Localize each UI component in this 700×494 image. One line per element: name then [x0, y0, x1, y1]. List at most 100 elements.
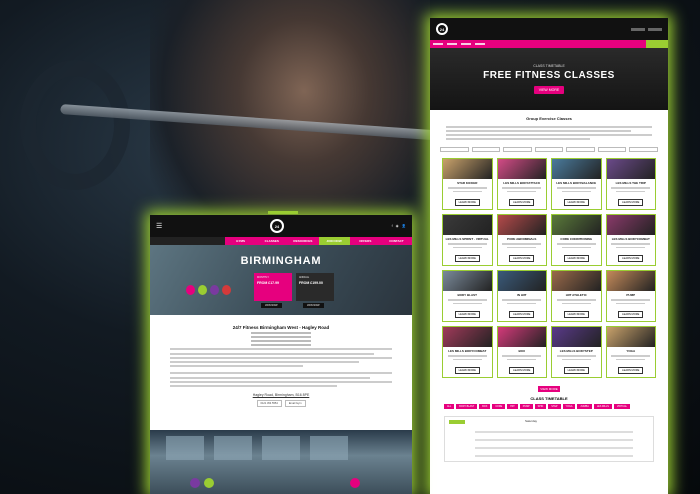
timetable-day-heading: Saturday [525, 419, 538, 423]
hero-button[interactable]: VIEW MORE [533, 86, 565, 94]
nav-offers[interactable]: OFFERS [350, 237, 381, 245]
nav-join-now[interactable] [646, 40, 668, 48]
social-icon[interactable]: ◉ [396, 224, 399, 228]
learn-more-button[interactable]: LEARN MORE [509, 199, 535, 206]
class-title: HIIT ATHLETIC [565, 293, 587, 297]
timetable-filter-pill[interactable]: LES MILLS [593, 404, 612, 409]
learn-more-button[interactable]: LEARN MORE [563, 311, 589, 318]
learn-more-button[interactable]: LEARN MORE [454, 367, 480, 374]
classes-hero: CLASS TIMETABLE FREE FITNESS CLASSES VIE… [430, 48, 668, 110]
filter-select[interactable] [534, 147, 564, 152]
nav-pink[interactable] [430, 40, 646, 48]
class-card: BOX LEARN MORE [496, 326, 547, 378]
learn-more-button[interactable]: LEARN MORE [563, 255, 589, 262]
filter-select[interactable] [471, 147, 501, 152]
hamburger-menu-icon[interactable]: ☰ [156, 222, 162, 230]
nav-resources[interactable]: RESOURCES [287, 237, 318, 245]
user-icon[interactable]: 👤 [402, 224, 406, 228]
learn-more-button[interactable]: LEARN MORE [618, 255, 644, 262]
learn-more-button[interactable]: LEARN MORE [563, 367, 589, 374]
nav-gyms[interactable]: GYMS [225, 237, 256, 245]
view-more-button[interactable]: VIEW MORE [538, 386, 560, 392]
timetable-filter-pill[interactable]: STEP [548, 404, 561, 409]
kettlebell-shape [222, 285, 231, 295]
kettlebell-shape [186, 285, 195, 295]
nav-classes[interactable]: CLASSES [256, 237, 287, 245]
filter-select[interactable] [629, 147, 659, 152]
timetable-filter-pill[interactable]: BOX [479, 404, 491, 409]
brand-logo[interactable]: 24 [436, 23, 448, 35]
hero-kicker: CLASS TIMETABLE [533, 64, 565, 68]
learn-more-button[interactable]: LEARN MORE [618, 199, 644, 206]
contact-buttons: 0121 454 5554 Email Gym [170, 400, 392, 408]
class-card-grid: STAR KICKER LEARN MORE LES MILLS BODYATTAC… [430, 154, 668, 382]
class-photo [552, 215, 601, 235]
nav-contact[interactable]: CONTACT [381, 237, 412, 245]
learn-more-button[interactable]: LEARN MORE [454, 311, 480, 318]
gym-hero: BIRMINGHAM MONTHLY FROM £17.99 JOIN NOW … [150, 245, 412, 315]
filter-select[interactable] [440, 147, 469, 152]
class-photo [606, 215, 655, 235]
filter-select[interactable] [566, 147, 595, 152]
timetable-filter-pills: ALL BODY BLAST BOX CORE HIIT PUMP SPIN STEP YOGA… [430, 401, 668, 412]
phone-button[interactable]: 0121 454 5554 [256, 400, 282, 408]
class-photo [606, 159, 655, 179]
brand-logo[interactable]: 24 [269, 219, 284, 233]
facebook-icon[interactable]: f [392, 224, 393, 228]
learn-more-button[interactable]: LEARN MORE [618, 311, 644, 318]
class-photo [443, 215, 492, 235]
hero-title: BIRMINGHAM [240, 255, 322, 267]
class-card: PUMP LEARN MORE [605, 270, 656, 322]
learn-more-button[interactable]: LEARN MORE [454, 199, 480, 206]
join-now-button[interactable]: JOIN NOW [303, 303, 324, 308]
class-filters [430, 145, 668, 154]
nav-join-now[interactable]: JOIN NOW [318, 237, 350, 245]
class-title: LES MILLS SPRINT - VIRTUAL [445, 237, 489, 241]
filter-select[interactable] [503, 147, 532, 152]
class-photo [497, 159, 546, 179]
gym-search-input[interactable] [150, 237, 225, 245]
class-title: BODY BLAST [457, 293, 477, 297]
class-card: PURE ABDOMINALS LEARN MORE [496, 214, 547, 266]
accent-bar [268, 211, 298, 214]
class-title: IN HIIT [517, 293, 527, 297]
class-card: YOGA LEARN MORE [605, 326, 656, 378]
class-title: LES MILLS BODYATTACK [503, 181, 541, 185]
timetable-filter-pill[interactable]: HIIT [507, 404, 518, 409]
filter-select[interactable] [597, 147, 627, 152]
annual-price-box: ANNUAL FROM £199.00 JOIN NOW [296, 273, 334, 308]
address-link[interactable]: Hagley Road, Birmingham, B16 8PE [170, 393, 392, 397]
learn-more-button[interactable]: LEARN MORE [509, 255, 535, 262]
timetable-filter-pill[interactable]: ZUMBA [577, 404, 592, 409]
gym-title: 24/7 Fitness Birmingham West - Hagley Ro… [232, 325, 330, 330]
main-nav: GYMS CLASSES RESOURCES JOIN NOW OFFERS C… [150, 237, 412, 245]
learn-more-button[interactable]: LEARN MORE [509, 311, 535, 318]
class-photo [552, 327, 601, 347]
timetable-filter-pill[interactable]: CORE [492, 404, 506, 409]
timetable-filter-pill[interactable]: ALL [444, 404, 455, 409]
timetable-filter-pill[interactable]: SPIN [534, 404, 547, 409]
class-title: LES MILLS BODYCOMBAT [448, 349, 487, 353]
learn-more-button[interactable]: LEARN MORE [509, 367, 535, 374]
join-now-button[interactable]: JOIN NOW [261, 303, 282, 308]
gym-interior-photo [150, 430, 412, 494]
class-title: STAR KICKER [457, 181, 478, 185]
timetable-filter-pill[interactable]: VIRTUAL [613, 404, 630, 409]
price-value: FROM £199.00 [299, 281, 323, 285]
class-card: BODY BLAST LEARN MORE [442, 270, 493, 322]
learn-more-button[interactable]: LEARN MORE [454, 255, 480, 262]
learn-more-button[interactable]: LEARN MORE [563, 199, 589, 206]
class-card: LES MILLS BODYCOMBAT LEARN MORE [442, 326, 493, 378]
class-photo [552, 271, 601, 291]
email-button[interactable]: Email Gym [284, 400, 306, 408]
class-photo [497, 215, 546, 235]
day-tab[interactable] [449, 420, 465, 424]
class-title: PURE ABDOMINALS [507, 237, 537, 241]
learn-more-button[interactable]: LEARN MORE [618, 367, 644, 374]
class-card: CORE CONDITIONING LEARN MORE [551, 214, 602, 266]
timetable-filter-pill[interactable]: BODY BLAST [456, 404, 478, 409]
timetable-filter-pill[interactable]: YOGA [562, 404, 576, 409]
timetable-filter-pill[interactable]: PUMP [519, 404, 533, 409]
class-title: CORE CONDITIONING [560, 237, 593, 241]
monthly-price-box: MONTHLY FROM £17.99 JOIN NOW [254, 273, 292, 308]
